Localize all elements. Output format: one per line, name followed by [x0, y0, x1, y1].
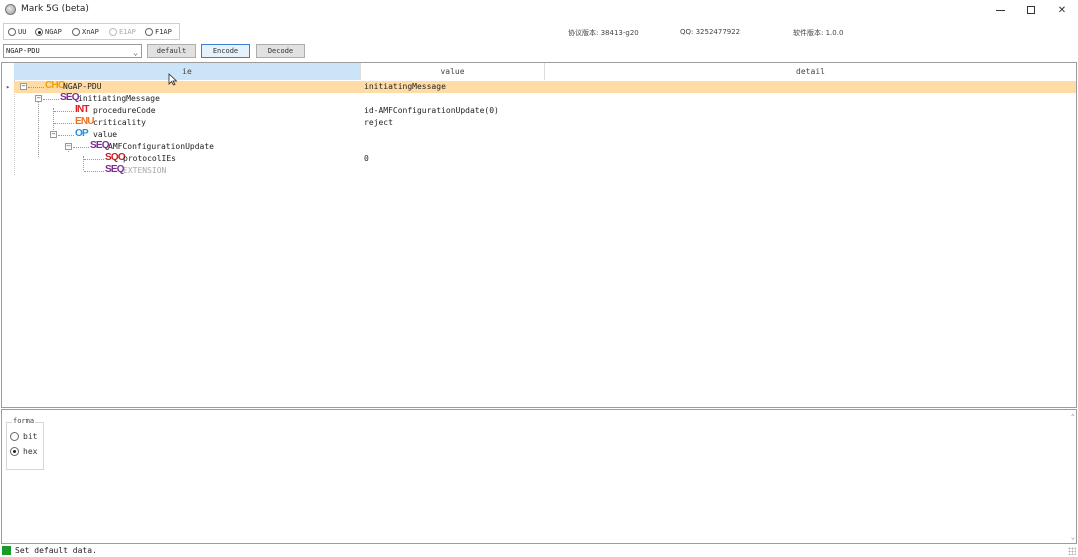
protocol-radio-group: UU NGAP XnAP E1AP F1AP: [3, 23, 180, 40]
tree-row-amf-configuration-update[interactable]: − SEQ AMFConfigurationUpdate: [14, 140, 1076, 153]
column-header-detail[interactable]: detail: [545, 63, 1076, 80]
ie-name: value: [93, 130, 118, 139]
ie-value: 0: [364, 154, 369, 163]
window-title: Mark 5G (beta): [21, 4, 89, 14]
format-radio-group: forma bit hex: [6, 417, 44, 470]
status-message: Set default data.: [15, 546, 97, 555]
tree-row-extension[interactable]: SEQ EXTENSION: [14, 164, 1076, 177]
tree-connector: [54, 123, 74, 124]
pdu-type-select[interactable]: NGAP-PDU ⌄: [3, 44, 142, 58]
ie-name: NGAP-PDU: [63, 82, 102, 91]
radio-f1ap[interactable]: F1AP: [145, 28, 172, 36]
column-header-ie[interactable]: ie: [14, 63, 361, 80]
collapse-icon[interactable]: −: [50, 131, 57, 138]
mouse-cursor-icon: [168, 73, 178, 86]
tree-connector: [28, 87, 44, 88]
type-tag-sequence: SEQ: [105, 164, 125, 175]
collapse-icon[interactable]: −: [35, 95, 42, 102]
type-tag-sequence: SEQ: [90, 140, 110, 151]
app-icon: [5, 4, 16, 15]
type-tag-integer: INT: [75, 104, 90, 115]
vertical-scrollbar[interactable]: ⌃ ⌄: [1066, 410, 1076, 543]
resize-grip-icon[interactable]: [1068, 547, 1076, 555]
radio-circle: [8, 28, 16, 36]
radio-bit[interactable]: bit: [10, 432, 37, 441]
tree-row-protocol-ies[interactable]: SQO protocolIEs 0: [14, 152, 1076, 165]
radio-circle: [145, 28, 153, 36]
tree-connector: [58, 135, 74, 136]
radio-circle: [10, 432, 19, 441]
software-version-label: 软件版本: 1.0.0: [793, 29, 844, 37]
protocol-version-label: 协议版本: 38413-g20: [568, 29, 639, 37]
radio-circle: [72, 28, 80, 36]
tree-row-procedure-code[interactable]: INT procedureCode id-AMFConfigurationUpd…: [14, 104, 1076, 117]
ie-value: initiatingMessage: [364, 82, 446, 91]
encode-button[interactable]: Encode: [201, 44, 250, 58]
tree-row-criticality[interactable]: ENU criticality reject: [14, 116, 1076, 129]
ie-name: EXTENSION: [123, 166, 167, 175]
radio-ngap[interactable]: NGAP: [35, 28, 62, 36]
ie-value: id-AMFConfigurationUpdate(0): [364, 106, 499, 115]
radio-xnap[interactable]: XnAP: [72, 28, 99, 36]
ie-name: protocolIEs: [123, 154, 176, 163]
minimize-button[interactable]: [984, 0, 1016, 20]
decode-button[interactable]: Decode: [256, 44, 305, 58]
ie-name: procedureCode: [93, 106, 156, 115]
ie-value: reject: [364, 118, 393, 127]
maximize-icon: [1027, 6, 1035, 14]
type-tag-choice: CHO: [45, 80, 66, 91]
status-led-icon: [2, 546, 11, 555]
tree-connector: [84, 159, 104, 160]
type-tag-sequence: SEQ: [60, 92, 80, 103]
column-header-value[interactable]: value: [361, 63, 545, 80]
tree-row-initiating-message[interactable]: − SEQ initiatingMessage: [14, 92, 1076, 105]
type-tag-enumerated: ENU: [75, 116, 95, 127]
close-button[interactable]: ✕: [1046, 0, 1078, 20]
scroll-down-icon[interactable]: ⌄: [1071, 533, 1075, 541]
ie-name: AMFConfigurationUpdate: [108, 142, 214, 151]
radio-e1ap: E1AP: [109, 28, 136, 36]
radio-circle: [109, 28, 117, 36]
collapse-icon[interactable]: −: [65, 143, 72, 150]
chevron-down-icon: ⌄: [133, 48, 138, 57]
radio-hex[interactable]: hex: [10, 447, 37, 456]
tree-connector: [54, 111, 74, 112]
maximize-button[interactable]: [1015, 0, 1047, 20]
close-icon: ✕: [1057, 4, 1067, 16]
format-group-label: forma: [12, 417, 36, 425]
ie-name: criticality: [93, 118, 146, 127]
radio-uu[interactable]: UU: [8, 28, 26, 36]
tree-row-value[interactable]: − OP value: [14, 128, 1076, 141]
radio-circle: [35, 28, 43, 36]
ie-name: initiatingMessage: [78, 94, 160, 103]
scroll-up-icon[interactable]: ⌃: [1071, 413, 1075, 421]
tree-connector: [84, 171, 104, 172]
format-panel: forma bit hex ⌃ ⌄: [1, 409, 1077, 544]
minimize-icon: [995, 9, 1005, 11]
ie-tree-view[interactable]: ie value detail ▸ − CHO NGAP-PDU initiat…: [1, 62, 1077, 408]
type-tag-open-type: OP: [75, 128, 89, 139]
title-bar: Mark 5G (beta) ✕: [0, 0, 1078, 20]
default-button[interactable]: default: [147, 44, 196, 58]
row-pointer-icon: ▸: [6, 83, 11, 91]
qq-label: QQ: 3252477922: [680, 28, 741, 36]
collapse-icon[interactable]: −: [20, 83, 27, 90]
type-tag-sequence-of: SQO: [105, 152, 126, 163]
status-bar: Set default data.: [0, 545, 1078, 557]
radio-circle: [10, 447, 19, 456]
tree-connector: [43, 99, 59, 100]
tree-connector: [73, 147, 89, 148]
